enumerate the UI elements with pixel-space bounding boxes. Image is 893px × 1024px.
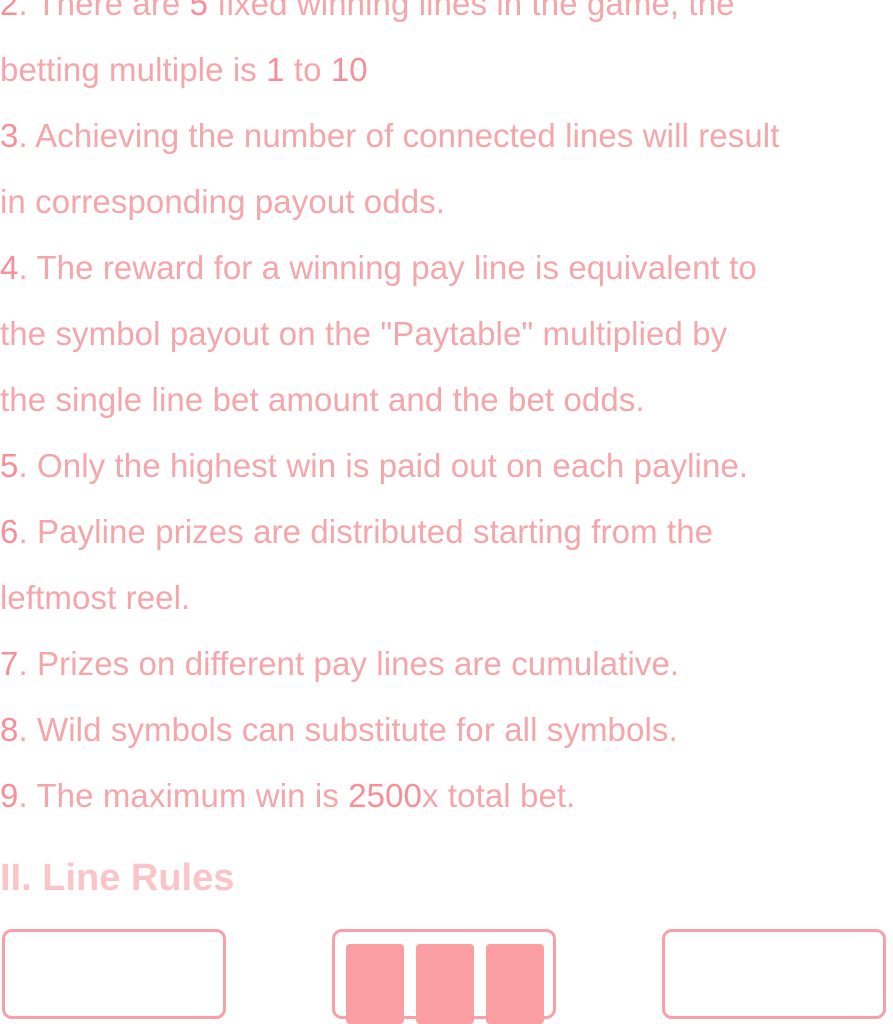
rule-value: 10: [330, 51, 368, 88]
rule-text: . The maximum win is: [18, 777, 349, 814]
rule-text: the single line bet amount and the bet o…: [0, 381, 645, 418]
line-rule-panel-2: [332, 929, 556, 1024]
rule-number: 7: [0, 645, 19, 682]
rule-text: to: [284, 51, 331, 88]
rule-text: the symbol payout on the "Paytable" mult…: [0, 315, 728, 352]
rule-text: fixed winning lines in the game, the: [208, 0, 735, 22]
highlighted-reel-cell: [346, 944, 404, 1024]
section-heading-line-rules: II. Line Rules: [0, 857, 235, 899]
rule-text: . Achieving the number of connected line…: [18, 117, 780, 154]
rule-4-line-3: the single line bet amount and the bet o…: [0, 367, 893, 433]
rule-text: betting multiple is: [0, 51, 267, 88]
rule-number: 3: [0, 117, 19, 154]
rule-7-line-1: 7. Prizes on different pay lines are cum…: [0, 631, 893, 697]
rule-4-line-2: the symbol payout on the "Paytable" mult…: [0, 301, 893, 367]
rule-text: . Wild symbols can substitute for all sy…: [18, 711, 678, 748]
rule-9-line-1: 9. The maximum win is 2500x total bet.: [0, 763, 893, 829]
rule-text: . Prizes on different pay lines are cumu…: [18, 645, 680, 682]
rule-6-line-1: 6. Payline prizes are distributed starti…: [0, 499, 893, 565]
rule-number: 9: [0, 777, 19, 814]
rule-5-line-1: 5. Only the highest win is paid out on e…: [0, 433, 893, 499]
rule-8-line-1: 8. Wild symbols can substitute for all s…: [0, 697, 893, 763]
rule-text: x total bet.: [422, 777, 576, 814]
rule-6-line-2: leftmost reel.: [0, 565, 893, 631]
rule-value: 1: [266, 51, 285, 88]
rule-text: leftmost reel.: [0, 579, 191, 616]
rule-number: 8: [0, 711, 19, 748]
rule-number: 4: [0, 249, 19, 286]
rule-4-line-1: 4. The reward for a winning pay line is …: [0, 235, 893, 301]
rule-number: 6: [0, 513, 19, 550]
line-rule-panel-3: [662, 929, 886, 1019]
rule-value: 5: [189, 0, 209, 22]
highlighted-reel-cell: [416, 944, 474, 1024]
rule-text: . There are: [18, 0, 190, 22]
rule-3-line-1: 3. Achieving the number of connected lin…: [0, 103, 893, 169]
rule-2-line-2: betting multiple is 1 to 10: [0, 37, 893, 103]
rule-text: . Payline prizes are distributed startin…: [18, 513, 714, 550]
rule-text: . The reward for a winning pay line is e…: [18, 249, 757, 286]
rule-value: 2500: [348, 777, 422, 814]
rule-text: in corresponding payout odds.: [0, 183, 446, 220]
line-rule-panel-1: [2, 929, 226, 1019]
rule-text: . Only the highest win is paid out on ea…: [18, 447, 749, 484]
rule-3-line-2: in corresponding payout odds.: [0, 169, 893, 235]
rule-number: 5: [0, 447, 19, 484]
rule-number: 2: [0, 0, 19, 22]
rule-2-line-1: 2. There are 5 fixed winning lines in th…: [0, 0, 893, 37]
highlighted-reel-cell: [486, 944, 544, 1024]
game-rules-list: 2. There are 5 fixed winning lines in th…: [0, 0, 893, 829]
